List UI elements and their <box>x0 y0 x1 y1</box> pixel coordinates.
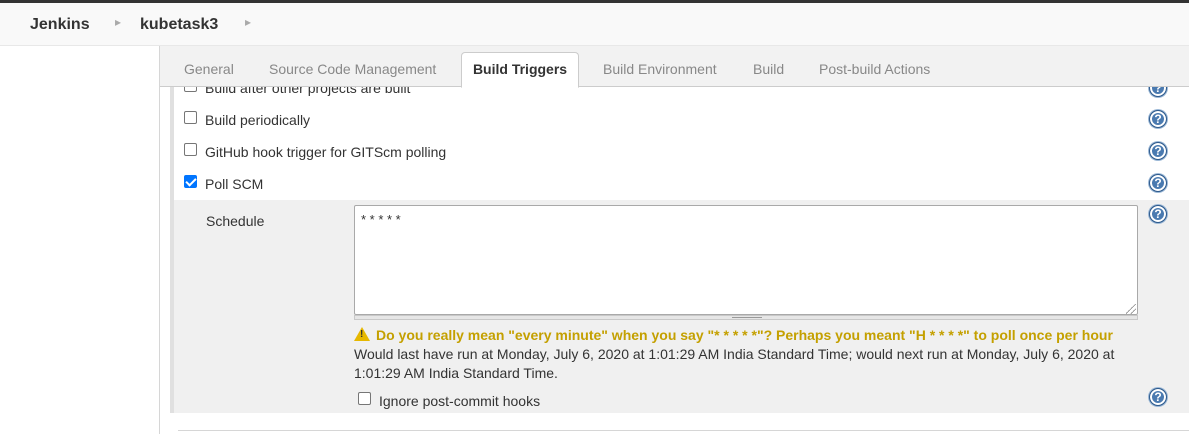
tab-build-triggers[interactable]: Build Triggers <box>461 52 579 88</box>
trigger-build-periodically: Build periodically <box>184 111 310 131</box>
trigger-label: Build periodically <box>205 111 311 128</box>
tab-source-code-management[interactable]: Source Code Management <box>269 61 436 77</box>
textarea-expand-handle[interactable] <box>354 315 1138 320</box>
github-hook-checkbox[interactable] <box>184 143 197 157</box>
trigger-label: GitHub hook trigger for GITScm polling <box>205 143 447 160</box>
trigger-github-hook: GitHub hook trigger for GITScm polling <box>184 143 446 163</box>
warning-text: Do you really mean "every minute" when y… <box>376 327 1113 343</box>
trigger-label: Build after other projects are built <box>205 87 411 96</box>
breadcrumb-chevron-icon[interactable]: ▸ <box>115 15 121 29</box>
trigger-build-after-other-projects: Build after other projects are built <box>184 87 410 99</box>
help-icon[interactable]: ? <box>1149 87 1167 97</box>
help-icon[interactable]: ? <box>1149 142 1167 160</box>
help-icon[interactable]: ? <box>1149 388 1167 406</box>
build-triggers-section: Build after other projects are built ? B… <box>160 87 1189 434</box>
ignore-post-commit-hooks-row: Ignore post-commit hooks <box>358 392 540 412</box>
ignore-post-commit-hooks-checkbox[interactable] <box>358 392 371 406</box>
build-periodically-checkbox[interactable] <box>184 111 197 125</box>
tab-build[interactable]: Build <box>753 61 784 77</box>
tab-post-build-actions[interactable]: Post-build Actions <box>819 61 930 77</box>
poll-scm-checkbox[interactable] <box>184 175 197 189</box>
warning-icon <box>354 327 370 341</box>
help-icon[interactable]: ? <box>1149 205 1167 223</box>
breadcrumb-chevron-icon[interactable]: ▸ <box>245 15 251 29</box>
poll-scm-panel: Schedule * * * * * Do you really mean "e… <box>174 200 1189 413</box>
grip-icon <box>732 317 762 318</box>
schedule-textarea[interactable]: * * * * * <box>354 205 1138 315</box>
schedule-label: Schedule <box>206 213 265 229</box>
schedule-warning: Do you really mean "every minute" when y… <box>354 326 1154 343</box>
section-divider <box>178 430 1189 431</box>
breadcrumb-jenkins-link[interactable]: Jenkins <box>30 16 90 34</box>
breadcrumb: Jenkins ▸ kubetask3 ▸ <box>0 3 1189 46</box>
ignore-post-commit-hooks-label: Ignore post-commit hooks <box>379 392 541 409</box>
schedule-run-info: Would last have run at Monday, July 6, 2… <box>354 346 1115 381</box>
help-icon[interactable]: ? <box>1149 110 1167 128</box>
trigger-poll-scm: Poll SCM <box>184 175 263 195</box>
config-tabbar: General Source Code Management Build Tri… <box>160 46 1189 88</box>
tab-build-environment[interactable]: Build Environment <box>603 61 717 77</box>
trigger-label: Poll SCM <box>205 175 264 192</box>
breadcrumb-job-link[interactable]: kubetask3 <box>140 16 218 34</box>
resize-handle-icon[interactable] <box>1126 304 1136 314</box>
help-icon[interactable]: ? <box>1149 174 1167 192</box>
tab-general[interactable]: General <box>184 61 234 77</box>
build-after-other-projects-checkbox[interactable] <box>184 87 197 93</box>
